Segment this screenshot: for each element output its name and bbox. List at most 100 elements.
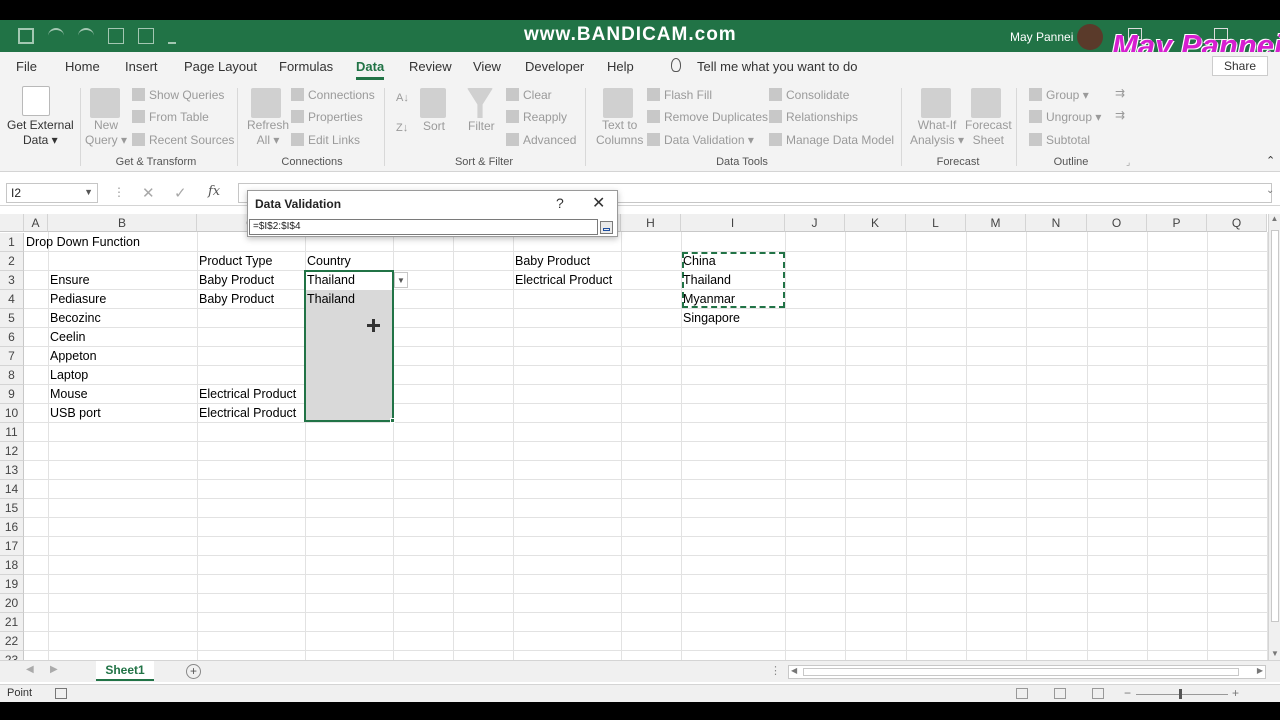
tab-file[interactable]: File <box>16 59 37 74</box>
scroll-up-icon[interactable]: ▲ <box>1269 214 1280 223</box>
row-header-23[interactable]: 23 <box>0 651 24 660</box>
row-header-17[interactable]: 17 <box>0 537 24 556</box>
consolidate-button[interactable]: Consolidate <box>769 88 849 102</box>
row-header-15[interactable]: 15 <box>0 499 24 518</box>
tab-data[interactable]: Data <box>356 59 385 80</box>
row-header-19[interactable]: 19 <box>0 575 24 594</box>
text-to-columns-button[interactable]: Text to Columns <box>596 118 643 148</box>
cell-c10[interactable]: Electrical Product <box>197 404 296 423</box>
new-query-button[interactable]: New Query ▾ <box>85 118 127 148</box>
cell-d4[interactable]: Thailand <box>305 290 355 309</box>
row-header-11[interactable]: 11 <box>0 423 24 442</box>
prev-sheet-icon[interactable]: ◀ <box>26 664 34 675</box>
new-sheet-button[interactable]: + <box>186 664 201 679</box>
clear-button[interactable]: Clear <box>506 88 552 102</box>
scroll-left-icon[interactable]: ◀ <box>791 666 797 675</box>
cell-c2[interactable]: Product Type <box>197 252 272 271</box>
tell-me-search[interactable]: Tell me what you want to do <box>697 59 857 74</box>
cell-g3[interactable]: Electrical Product <box>513 271 612 290</box>
tab-review[interactable]: Review <box>409 59 452 74</box>
tab-developer[interactable]: Developer <box>525 59 584 74</box>
select-all-corner[interactable] <box>0 214 24 232</box>
cell-c9[interactable]: Electrical Product <box>197 385 296 404</box>
advanced-button[interactable]: Advanced <box>506 133 576 147</box>
cell-d2[interactable]: Country <box>305 252 351 271</box>
zoom-slider[interactable] <box>1136 694 1228 695</box>
column-header-q[interactable]: Q <box>1207 214 1267 232</box>
hide-detail-icon[interactable]: ⇉ <box>1115 108 1125 122</box>
expand-formula-bar-icon[interactable]: ⌄ <box>1266 185 1274 196</box>
cell-b10[interactable]: USB port <box>48 404 101 423</box>
outline-settings-icon[interactable]: ⌟ <box>1126 157 1130 168</box>
row-header-1[interactable]: 1 <box>0 233 24 252</box>
show-queries-button[interactable]: Show Queries <box>132 88 224 102</box>
row-header-21[interactable]: 21 <box>0 613 24 632</box>
subtotal-button[interactable]: Subtotal <box>1029 133 1090 147</box>
page-layout-view-icon[interactable] <box>1054 688 1066 699</box>
sort-az-icon[interactable]: A↓ <box>396 92 409 104</box>
row-header-18[interactable]: 18 <box>0 556 24 575</box>
scroll-right-icon[interactable]: ▶ <box>1257 666 1263 675</box>
cell-i2[interactable]: China <box>681 252 716 271</box>
cell-b8[interactable]: Laptop <box>48 366 88 385</box>
row-header-8[interactable]: 8 <box>0 366 24 385</box>
tab-help[interactable]: Help <box>607 59 634 74</box>
cell-b3[interactable]: Ensure <box>48 271 90 290</box>
filter-button[interactable]: Filter <box>468 119 495 133</box>
close-icon[interactable]: ✕ <box>592 193 605 213</box>
data-validation-button[interactable]: Data Validation ▾ <box>647 133 754 147</box>
fill-handle[interactable] <box>390 418 395 423</box>
row-header-5[interactable]: 5 <box>0 309 24 328</box>
connections-button[interactable]: Connections <box>291 88 375 102</box>
cancel-icon[interactable]: ✕ <box>142 184 155 202</box>
sheet-tab-sheet1[interactable]: Sheet1 <box>96 661 154 681</box>
cell-d3[interactable]: Thailand <box>305 271 355 290</box>
cell-b4[interactable]: Pediasure <box>48 290 106 309</box>
get-external-data-button[interactable]: Get External Data ▾ <box>7 118 74 148</box>
row-header-14[interactable]: 14 <box>0 480 24 499</box>
column-header-k[interactable]: K <box>845 214 906 232</box>
macro-record-icon[interactable] <box>55 688 67 699</box>
reapply-button[interactable]: Reapply <box>506 110 567 124</box>
cell-c4[interactable]: Baby Product <box>197 290 274 309</box>
cell-a1[interactable]: Drop Down Function <box>24 233 140 252</box>
column-header-l[interactable]: L <box>906 214 966 232</box>
row-header-3[interactable]: 3 <box>0 271 24 290</box>
share-button[interactable]: Share <box>1212 56 1268 76</box>
column-header-j[interactable]: J <box>785 214 845 232</box>
vertical-scrollbar[interactable]: ▲ ▼ <box>1268 214 1280 660</box>
row-header-10[interactable]: 10 <box>0 404 24 423</box>
tab-insert[interactable]: Insert <box>125 59 158 74</box>
scroll-down-icon[interactable]: ▼ <box>1269 649 1280 658</box>
new-file-icon[interactable] <box>108 28 124 44</box>
insert-function-icon[interactable]: fx <box>208 184 220 199</box>
remove-duplicates-button[interactable]: Remove Duplicates <box>647 110 768 124</box>
next-sheet-icon[interactable]: ▶ <box>50 664 58 675</box>
forecast-sheet-button[interactable]: Forecast Sheet <box>965 118 1012 148</box>
column-header-a[interactable]: A <box>24 214 48 232</box>
row-header-2[interactable]: 2 <box>0 252 24 271</box>
redo-icon[interactable] <box>78 28 94 44</box>
tab-home[interactable]: Home <box>65 59 100 74</box>
enter-icon[interactable]: ✓ <box>174 184 187 202</box>
name-box-dropdown-icon[interactable]: ▼ <box>84 187 93 197</box>
row-header-22[interactable]: 22 <box>0 632 24 651</box>
edit-links-button[interactable]: Edit Links <box>291 133 360 147</box>
ungroup-button[interactable]: Ungroup ▾ <box>1029 110 1101 124</box>
properties-button[interactable]: Properties <box>291 110 363 124</box>
row-header-16[interactable]: 16 <box>0 518 24 537</box>
flash-fill-button[interactable]: Flash Fill <box>647 88 712 102</box>
cell-i5[interactable]: Singapore <box>681 309 740 328</box>
formula-bar-splitter-icon[interactable]: ⋮ <box>113 185 125 199</box>
tab-splitter-icon[interactable]: ⋮ <box>770 664 781 677</box>
cell-b7[interactable]: Appeton <box>48 347 97 366</box>
customize-qat-icon[interactable] <box>168 28 176 44</box>
refresh-all-button[interactable]: Refresh All ▾ <box>247 118 289 148</box>
column-header-n[interactable]: N <box>1026 214 1087 232</box>
source-range-input[interactable]: =$I$2:$I$4 <box>249 219 598 235</box>
help-icon[interactable]: ? <box>556 195 564 211</box>
scroll-thumb[interactable] <box>1271 230 1279 622</box>
from-table-button[interactable]: From Table <box>132 110 209 124</box>
row-header-4[interactable]: 4 <box>0 290 24 309</box>
manage-data-model-button[interactable]: Manage Data Model <box>769 133 894 147</box>
